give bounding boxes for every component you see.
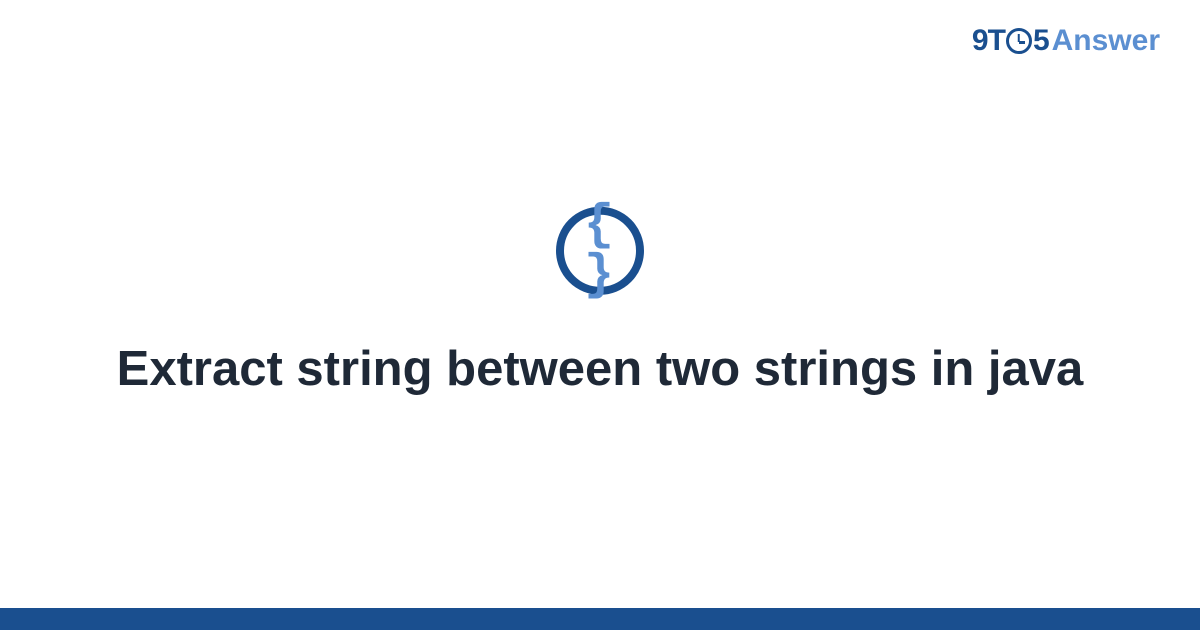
- brand-part-3: Answer: [1052, 24, 1160, 58]
- footer-accent-bar: [0, 608, 1200, 630]
- brand-part-2: 5: [1033, 24, 1050, 58]
- brand-logo: 9T 5 Answer: [972, 24, 1160, 58]
- page-title: Extract string between two strings in ja…: [0, 339, 1200, 400]
- code-braces-icon: { }: [556, 207, 644, 295]
- braces-glyph: { }: [564, 201, 636, 301]
- brand-part-1: 9T: [972, 24, 1005, 58]
- main-content: { } Extract string between two strings i…: [0, 207, 1200, 400]
- clock-icon: [1006, 28, 1032, 54]
